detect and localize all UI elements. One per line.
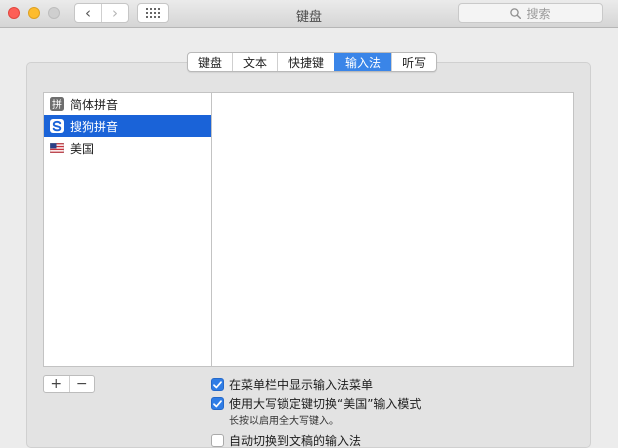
option-label: 使用大写锁定键切换“美国”输入模式 [229, 397, 422, 411]
search-placeholder: 搜索 [526, 6, 551, 21]
remove-input-source-button[interactable]: − [68, 376, 95, 392]
list-item-label: 简体拼音 [70, 97, 119, 112]
list-item-label: 美国 [70, 141, 95, 156]
search-icon [510, 7, 522, 19]
capslock-switch-checkbox[interactable] [211, 397, 224, 410]
tab-input-sources[interactable]: 输入法 [334, 53, 392, 71]
tab-shortcuts[interactable]: 快捷键 [277, 53, 334, 71]
list-item-pinyin[interactable]: 拼 简体拼音 [44, 93, 211, 115]
list-item-us[interactable]: 美国 [44, 137, 211, 159]
auto-switch-checkbox[interactable] [211, 434, 224, 447]
tab-text[interactable]: 文本 [232, 53, 277, 71]
title-bar: ‹ › 键盘 搜索 [0, 0, 618, 28]
input-source-list[interactable]: 拼 简体拼音 搜狗拼音 美国 [43, 92, 212, 367]
auto-switch-option[interactable]: 自动切换到文稿的输入法 [211, 432, 361, 448]
add-input-source-button[interactable]: + [44, 376, 69, 392]
tab-keyboard[interactable]: 键盘 [188, 53, 232, 71]
sogou-icon [50, 119, 64, 133]
input-source-detail [211, 92, 574, 367]
list-item-sogou[interactable]: 搜狗拼音 [44, 115, 211, 137]
checkmark-icon [213, 380, 222, 388]
capslock-hint: 长按以启用全大写键入。 [229, 416, 339, 427]
option-label: 自动切换到文稿的输入法 [229, 434, 362, 448]
tab-dictation[interactable]: 听写 [391, 53, 436, 71]
search-field[interactable]: 搜索 [458, 3, 603, 23]
option-label: 在菜单栏中显示输入法菜单 [229, 378, 374, 392]
capslock-switch-option[interactable]: 使用大写锁定键切换“美国”输入模式 [211, 395, 421, 412]
tab-bar: 键盘 文本 快捷键 输入法 听写 [187, 52, 438, 72]
us-flag-icon [50, 141, 64, 155]
show-input-menu-option[interactable]: 在菜单栏中显示输入法菜单 [211, 376, 373, 393]
list-controls: + − [43, 375, 95, 393]
list-item-label: 搜狗拼音 [70, 119, 119, 134]
show-input-menu-checkbox[interactable] [211, 378, 224, 391]
pinyin-icon: 拼 [50, 97, 64, 111]
checkmark-icon [213, 399, 222, 407]
svg-text:拼: 拼 [52, 98, 62, 111]
